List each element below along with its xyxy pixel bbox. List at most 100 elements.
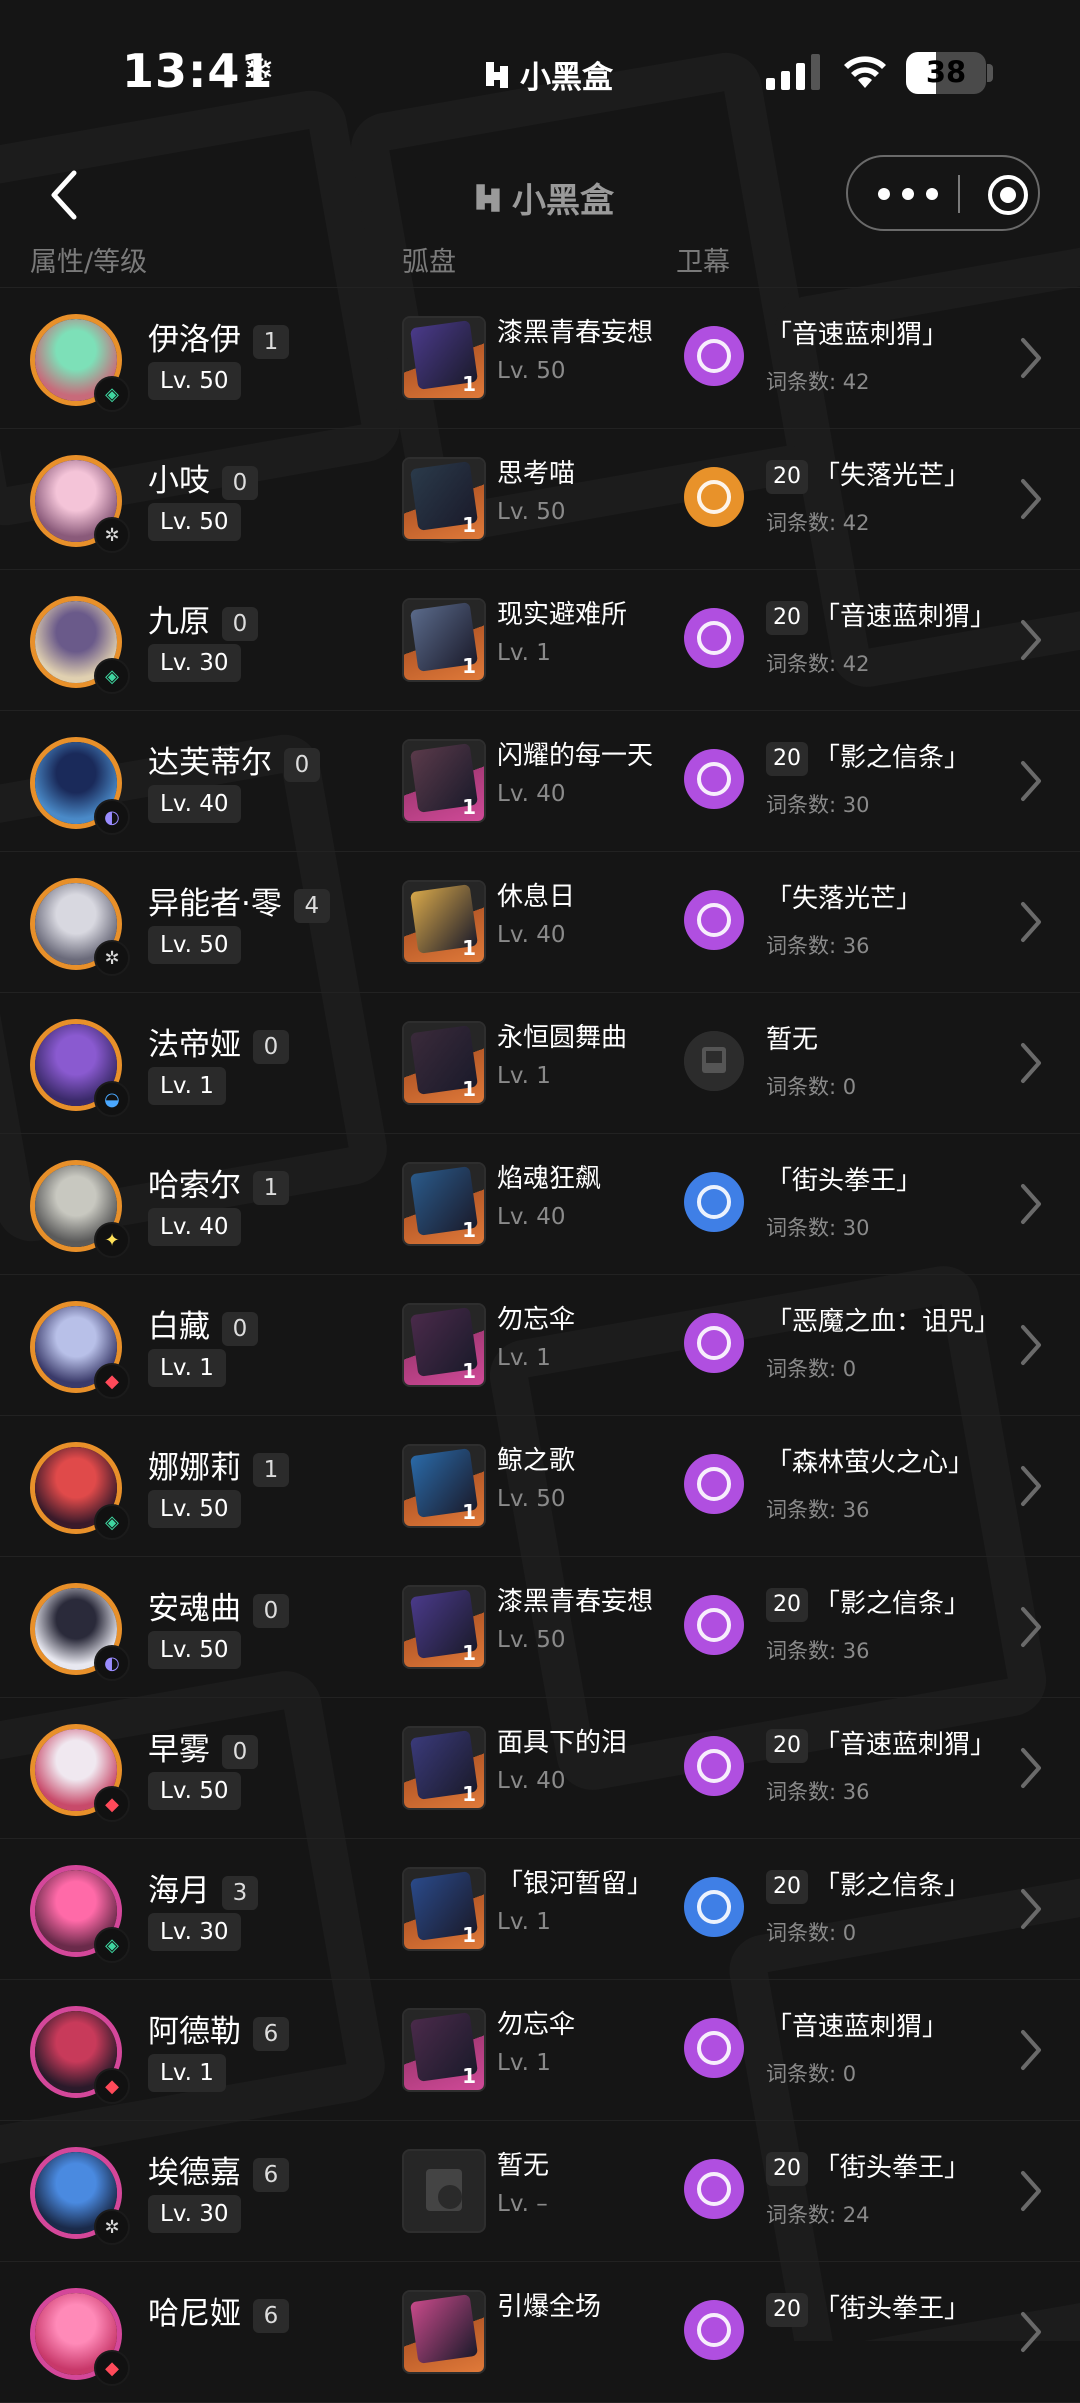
character-name: 早雾 0 <box>148 1724 258 1769</box>
disc-level: Lv. 40 <box>497 781 566 807</box>
cartridge-stat-count: 词条数: 0 <box>766 1075 857 1099</box>
chevron-right-icon[interactable] <box>1018 336 1044 380</box>
col-char-label: 属性/等级 <box>30 247 148 278</box>
character-level: Lv. 50 <box>148 362 241 400</box>
chevron-right-icon[interactable] <box>1018 1746 1044 1790</box>
character-name-text: 九原 <box>148 604 210 640</box>
character-row[interactable]: ◈ 海月 3 Lv. 30 1 「银河暂留」 Lv. 1 20 「影之信条」 词条数… <box>0 1839 1080 1980</box>
chevron-right-icon[interactable] <box>1018 618 1044 662</box>
cartridge-emblem-icon <box>697 1326 731 1360</box>
character-name-text: 娜娜莉 <box>148 1450 241 1486</box>
character-name-text: 伊洛伊 <box>148 322 241 358</box>
character-level: Lv. 30 <box>148 644 241 682</box>
character-name: 埃德嘉 6 <box>148 2147 289 2192</box>
character-name-text: 异能者·零 <box>148 886 282 922</box>
mindscape-badge: 6 <box>253 2157 289 2192</box>
character-row[interactable]: ◈ 伊洛伊 1 Lv. 50 1 漆黑青春妄想 Lv. 50 「音速蓝刺猬」 词条… <box>0 288 1080 429</box>
character-level: Lv. 1 <box>148 1349 226 1387</box>
chevron-right-icon[interactable] <box>1018 1323 1044 1367</box>
disc-name: 鲸之歌 <box>497 1446 576 1476</box>
close-target-icon[interactable] <box>986 173 1030 217</box>
back-arrow-icon[interactable] <box>40 165 90 225</box>
mindscape-badge: 0 <box>222 606 258 641</box>
character-level: Lv. 40 <box>148 1208 241 1246</box>
cartridge-icon <box>684 2018 744 2078</box>
chevron-right-icon[interactable] <box>1018 1605 1044 1649</box>
character-row[interactable]: ◒ 法帝娅 0 Lv. 1 1 永恒圆舞曲 Lv. 1 暂无 词条数: 0 <box>0 993 1080 1134</box>
disc-name: 现实避难所 <box>497 600 628 630</box>
cartridge-title-text: 「失落光芒」 <box>814 461 971 491</box>
empty-disc-icon <box>426 2169 462 2211</box>
character-row[interactable]: ◆ 哈尼娅 6 引爆全场 20 「街头拳王」 <box>0 2262 1080 2403</box>
character-row[interactable]: ◐ 安魂曲 0 Lv. 50 1 漆黑青春妄想 Lv. 50 20 「影之信条」 词… <box>0 1557 1080 1698</box>
cartridge-icon <box>684 1313 744 1373</box>
character-row[interactable]: ✲ 小吱 0 Lv. 50 1 思考喵 Lv. 50 20 「失落光芒」 词条数: … <box>0 429 1080 570</box>
character-row[interactable]: ◆ 早雾 0 Lv. 50 1 面具下的泪 Lv. 40 20 「音速蓝刺猬」 词条… <box>0 1698 1080 1839</box>
chevron-right-icon[interactable] <box>1018 900 1044 944</box>
chevron-right-icon[interactable] <box>1018 1041 1044 1085</box>
element-fire-icon: ◆ <box>94 2068 130 2104</box>
disc-thumbnail: 1 <box>402 1585 486 1669</box>
character-level: Lv. 1 <box>148 1067 226 1105</box>
cartridge-title: 20 「失落光芒」 <box>766 455 970 494</box>
disc-name: 暂无 <box>497 2151 550 2181</box>
cartridge-stat-count: 词条数: 0 <box>766 1357 857 1381</box>
character-level: Lv. 30 <box>148 2195 241 2233</box>
cartridge-icon <box>684 1877 744 1937</box>
cartridge-icon <box>684 1736 744 1796</box>
cartridge-title-text: 「恶魔之血：诅咒」 <box>766 1307 1001 1337</box>
chevron-right-icon[interactable] <box>1018 759 1044 803</box>
character-row[interactable]: ◆ 白藏 0 Lv. 1 1 勿忘伞 Lv. 1 「恶魔之血：诅咒」 词条数: 0 <box>0 1275 1080 1416</box>
chevron-right-icon[interactable] <box>1018 2310 1044 2354</box>
cartridge-title-text: 「影之信条」 <box>814 1589 971 1619</box>
character-row[interactable]: ✦ 哈索尔 1 Lv. 40 1 焰魂狂飙 Lv. 40 「街头拳王」 词条数: … <box>0 1134 1080 1275</box>
cartridge-icon <box>684 467 744 527</box>
cartridge-stat-count: 词条数: 42 <box>766 652 870 676</box>
element-wind-icon: ◈ <box>94 658 130 694</box>
disc-thumbnail: 1 <box>402 1444 486 1528</box>
character-row[interactable]: ◐ 达芙蒂尔 0 Lv. 40 1 闪耀的每一天 Lv. 40 20 「影之信条」 … <box>0 711 1080 852</box>
disc-thumbnail: 1 <box>402 457 486 541</box>
cartridge-icon <box>684 2300 744 2360</box>
cartridge-title: 20 「影之信条」 <box>766 1865 970 1904</box>
chevron-right-icon[interactable] <box>1018 2169 1044 2213</box>
cartridge-set-count: 20 <box>766 1587 808 1622</box>
character-row[interactable]: ◆ 阿德勒 6 Lv. 1 1 勿忘伞 Lv. 1 「音速蓝刺猬」 词条数: 0 <box>0 1980 1080 2121</box>
chevron-right-icon[interactable] <box>1018 2028 1044 2072</box>
character-name-text: 安魂曲 <box>148 1591 241 1627</box>
character-name: 伊洛伊 1 <box>148 314 289 359</box>
element-wind-icon: ◈ <box>94 1504 130 1540</box>
character-level: Lv. 30 <box>148 1913 241 1951</box>
cartridge-stat-count: 词条数: 0 <box>766 2062 857 2086</box>
heybox-logo-icon <box>476 183 500 212</box>
character-name: 白藏 0 <box>148 1301 258 1346</box>
cartridge-title-text: 「音速蓝刺猬」 <box>766 320 949 350</box>
more-dots-icon[interactable] <box>878 177 938 211</box>
cartridge-stat-count: 词条数: 42 <box>766 511 870 535</box>
cartridge-stat-count: 词条数: 30 <box>766 793 870 817</box>
disc-thumbnail: 1 <box>402 880 486 964</box>
character-name: 异能者·零 4 <box>148 878 330 923</box>
character-level: Lv. 50 <box>148 926 241 964</box>
mindscape-badge: 0 <box>222 465 258 500</box>
character-name: 海月 3 <box>148 1865 258 1910</box>
cartridge-stat-count: 词条数: 30 <box>766 1216 870 1240</box>
chevron-right-icon[interactable] <box>1018 1887 1044 1931</box>
disc-name: 思考喵 <box>497 459 576 489</box>
disc-rank: 1 <box>462 1641 476 1665</box>
chevron-right-icon[interactable] <box>1018 477 1044 521</box>
cartridge-title-text: 暂无 <box>766 1025 819 1055</box>
cartridge-title-text: 「影之信条」 <box>814 1871 971 1901</box>
disc-thumbnail: 1 <box>402 1303 486 1387</box>
disc-thumbnail: 1 <box>402 316 486 400</box>
chevron-right-icon[interactable] <box>1018 1182 1044 1226</box>
cartridge-title: 20 「影之信条」 <box>766 737 970 776</box>
disc-level: Lv. 50 <box>497 1627 566 1653</box>
character-row[interactable]: ◈ 九原 0 Lv. 30 1 现实避难所 Lv. 1 20 「音速蓝刺猬」 词条数… <box>0 570 1080 711</box>
empty-cartridge-icon <box>684 1031 744 1091</box>
character-row[interactable]: ✲ 异能者·零 4 Lv. 50 1 休息日 Lv. 40 「失落光芒」 词条数:… <box>0 852 1080 993</box>
chevron-right-icon[interactable] <box>1018 1464 1044 1508</box>
cartridge-set-count: 20 <box>766 2292 808 2327</box>
character-row[interactable]: ✲ 埃德嘉 6 Lv. 30 暂无 Lv. – 20 「街头拳王」 词条数: 24 <box>0 2121 1080 2262</box>
character-row[interactable]: ◈ 娜娜莉 1 Lv. 50 1 鲸之歌 Lv. 50 「森林萤火之心」 词条数:… <box>0 1416 1080 1557</box>
